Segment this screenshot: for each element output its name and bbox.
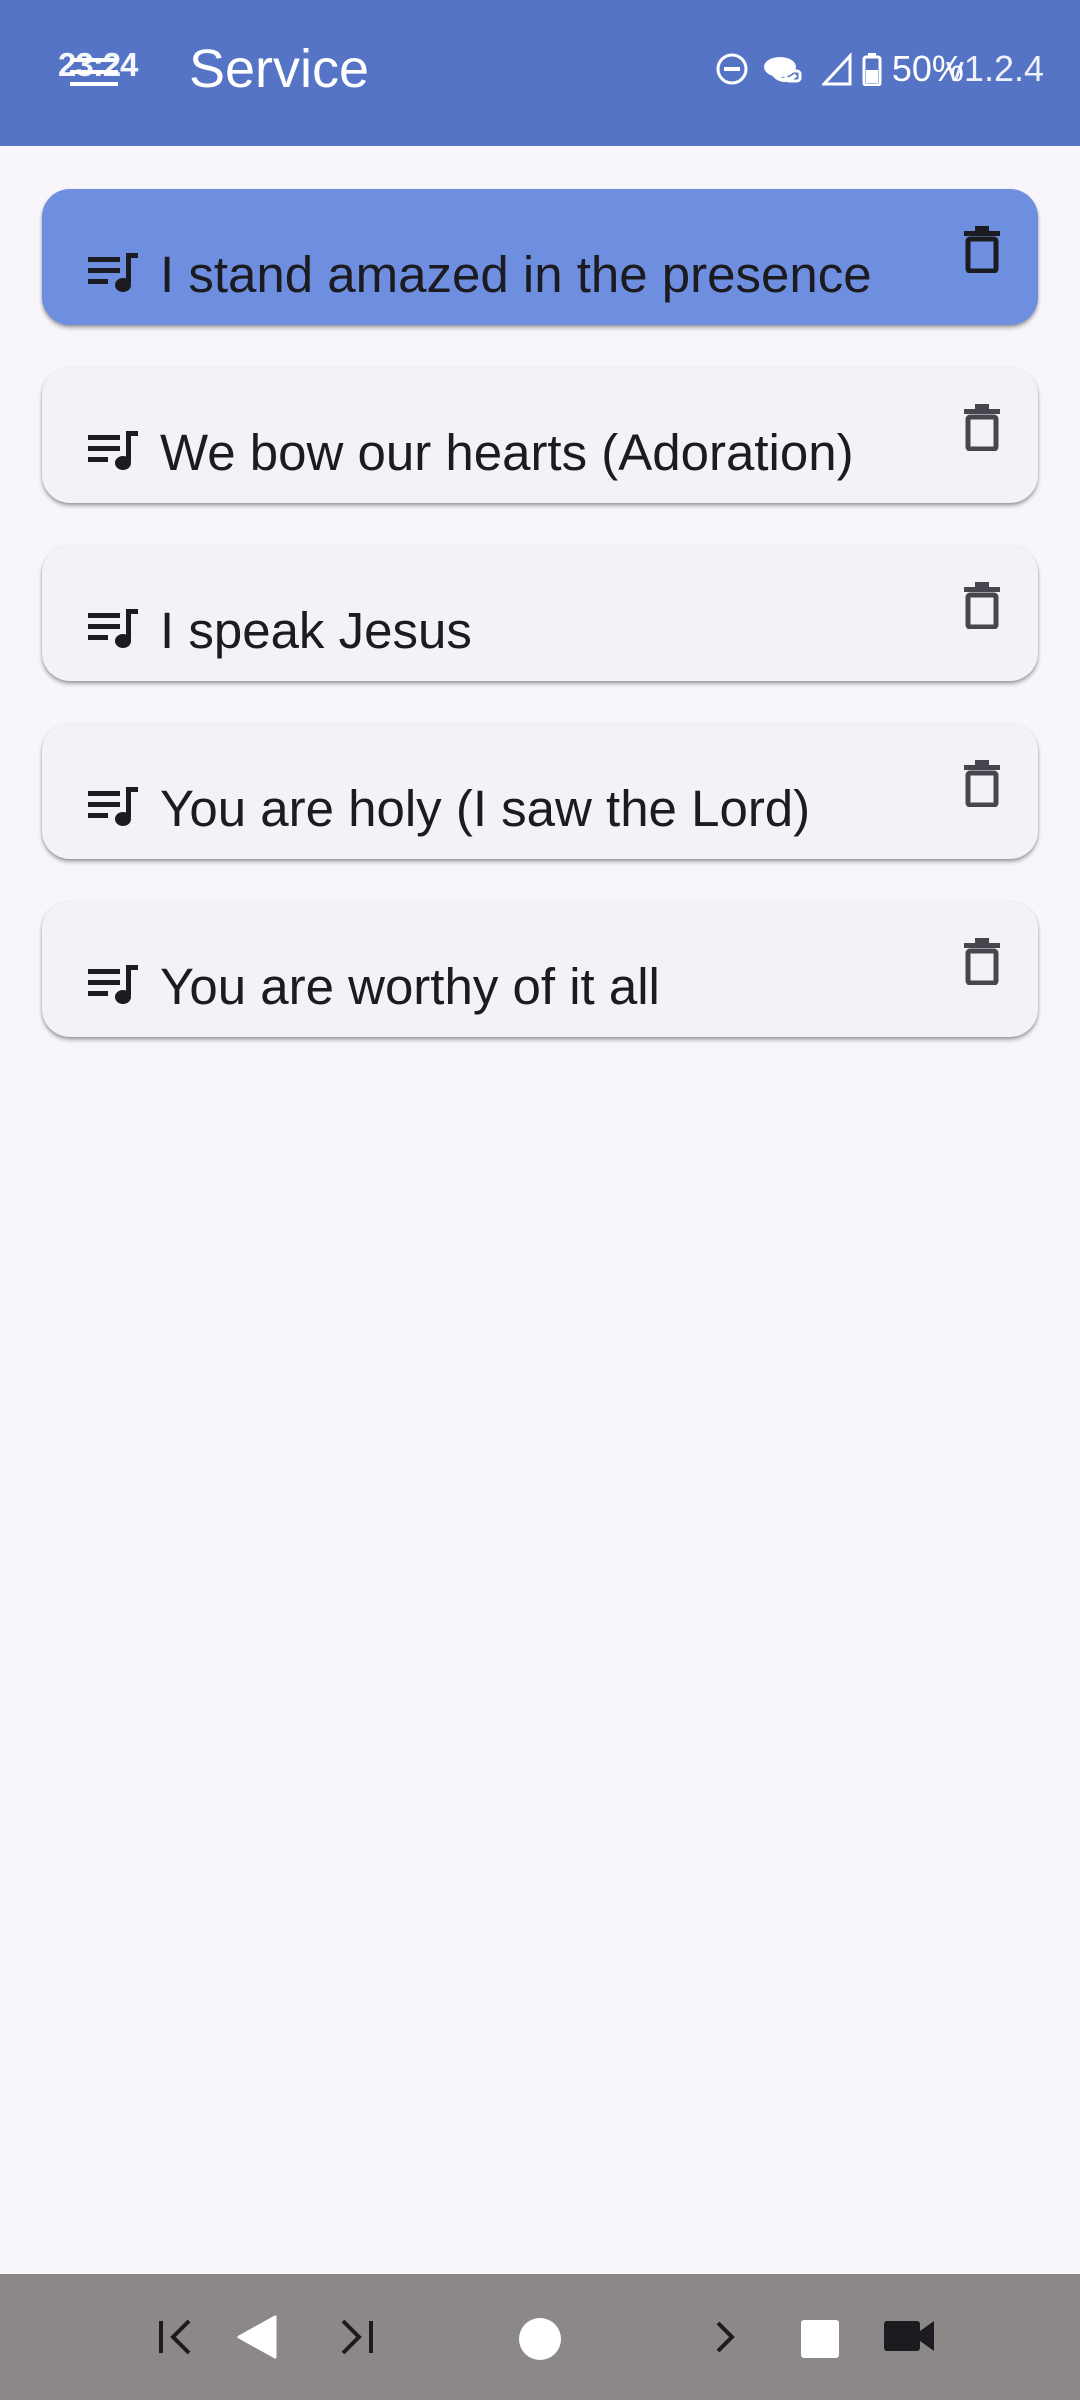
status-time: 23:24	[58, 46, 138, 83]
home-button[interactable]	[500, 2274, 580, 2400]
list-item[interactable]: I speak Jesus	[42, 545, 1038, 681]
delete-button[interactable]	[950, 751, 1014, 815]
video-camera-icon	[884, 2321, 934, 2351]
data-saver-icon	[760, 49, 812, 89]
battery-icon	[862, 52, 882, 86]
delete-button[interactable]	[950, 929, 1014, 993]
list-item[interactable]: We bow our hearts (Adoration)	[42, 367, 1038, 503]
back-icon	[237, 2315, 277, 2359]
signal-icon	[821, 52, 852, 86]
trash-icon	[964, 760, 1000, 807]
app-bar: 23:24 Service 50% v1.2.4	[0, 0, 1080, 146]
trash-icon	[964, 938, 1000, 985]
song-title: We bow our hearts (Adoration)	[160, 424, 854, 481]
delete-button[interactable]	[950, 395, 1014, 459]
delete-button[interactable]	[950, 217, 1014, 281]
delete-button[interactable]	[950, 573, 1014, 637]
do-not-disturb-icon	[714, 51, 750, 87]
skip-next-button[interactable]	[322, 2274, 392, 2400]
back-button[interactable]	[222, 2274, 292, 2400]
forward-icon	[716, 2321, 735, 2353]
page-title: Service	[189, 39, 370, 99]
home-icon	[519, 2318, 561, 2360]
queue-music-icon	[88, 787, 140, 836]
queue-music-icon	[88, 431, 140, 480]
song-title: You are holy (I saw the Lord)	[160, 780, 811, 837]
song-title: You are worthy of it all	[160, 958, 660, 1015]
song-title: I speak Jesus	[160, 602, 472, 659]
queue-music-icon	[88, 253, 140, 302]
trash-icon	[964, 582, 1000, 629]
forward-button[interactable]	[690, 2274, 760, 2400]
app-version: v1.2.4	[945, 48, 1044, 89]
trash-icon	[964, 404, 1000, 451]
song-title: I stand amazed in the presence	[160, 246, 872, 303]
video-camera-button[interactable]	[874, 2274, 944, 2400]
queue-music-icon	[88, 609, 140, 658]
skip-previous-icon	[159, 2319, 191, 2355]
list-item[interactable]: You are holy (I saw the Lord)	[42, 723, 1038, 859]
stop-button[interactable]	[785, 2274, 855, 2400]
stop-icon	[801, 2320, 839, 2358]
trash-icon	[964, 226, 1000, 273]
status-icons: 50% v1.2.4	[714, 44, 1044, 94]
skip-previous-button[interactable]	[140, 2274, 210, 2400]
list-item[interactable]: You are worthy of it all	[42, 901, 1038, 1037]
bottom-control-bar	[0, 2274, 1080, 2400]
queue-music-icon	[88, 965, 140, 1014]
service-song-list: I stand amazed in the presence We bow ou…	[42, 189, 1038, 1079]
list-item[interactable]: I stand amazed in the presence	[42, 189, 1038, 325]
skip-next-icon	[341, 2319, 373, 2355]
